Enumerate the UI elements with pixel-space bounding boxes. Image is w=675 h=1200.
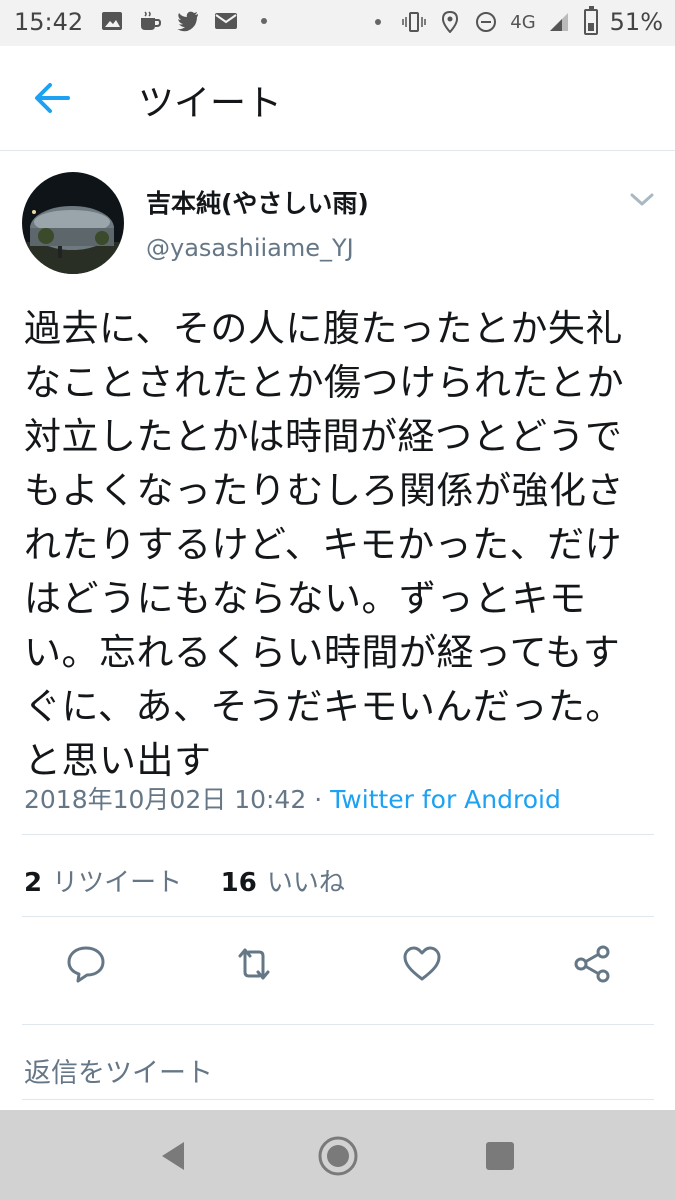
avatar-image (22, 172, 124, 274)
author-handle[interactable]: @yasashiiame_YJ (146, 234, 354, 262)
coffee-icon (141, 11, 162, 30)
retweet-label: リツイート (52, 868, 183, 898)
network-type: 4G (510, 11, 536, 33)
reply-placeholder: 返信をツイート (24, 1058, 213, 1089)
battery-icon (583, 6, 598, 35)
like-label: いいね (266, 868, 345, 898)
dot-icon (261, 18, 267, 24)
mail-icon (215, 13, 237, 29)
meta-separator: · (314, 785, 323, 814)
like-heart-icon[interactable] (400, 942, 444, 986)
tweet-meta: 2018年10月02日 10:42 · Twitter for Android (24, 780, 561, 816)
chevron-down-icon[interactable] (628, 190, 656, 210)
notification-icons (100, 10, 276, 32)
system-nav-bar (0, 1110, 675, 1200)
divider (22, 834, 654, 835)
retweet-icon[interactable] (232, 942, 276, 986)
retweets-stat[interactable]: 2 リツイート (24, 868, 182, 898)
tweet-source-link[interactable]: Twitter for Android (330, 785, 561, 814)
nav-recents-icon[interactable] (478, 1134, 522, 1178)
reply-input[interactable]: 返信をツイート (22, 1024, 654, 1100)
dnd-icon (476, 12, 497, 32)
tweet-timestamp: 2018年10月02日 10:42 (24, 785, 307, 814)
app-header: ツイート (0, 46, 675, 151)
tweet-actions (0, 942, 675, 988)
twitter-icon (177, 11, 198, 32)
tweet-stats: 2 リツイート 16 いいね (24, 862, 345, 899)
signal-icon (549, 13, 568, 31)
image-icon (102, 12, 122, 30)
tweet-text: 過去に、その人に腹たったとか失礼なことされたとか傷つけられたとか対立したとかは時… (24, 307, 624, 782)
location-icon (442, 11, 459, 33)
dot-icon (375, 19, 382, 25)
likes-stat[interactable]: 16 いいね (221, 868, 345, 898)
nav-back-icon[interactable] (152, 1134, 196, 1178)
battery-percent: 51% (609, 8, 663, 36)
status-time: 15:42 (14, 8, 84, 36)
divider (22, 916, 654, 917)
author-name[interactable]: 吉本純(やさしい雨) (146, 184, 369, 220)
back-arrow-icon[interactable] (32, 80, 72, 116)
page-title: ツイート (138, 83, 283, 124)
vibrate-icon (402, 12, 426, 32)
like-count: 16 (220, 868, 257, 898)
reply-icon[interactable] (64, 942, 108, 986)
avatar[interactable] (22, 172, 124, 274)
system-icons: 4G 51% (366, 6, 663, 36)
retweet-count: 2 (24, 868, 43, 898)
share-icon[interactable] (570, 942, 614, 986)
status-bar: 15:42 4G 51% (0, 0, 675, 46)
nav-home-icon[interactable] (316, 1134, 360, 1178)
